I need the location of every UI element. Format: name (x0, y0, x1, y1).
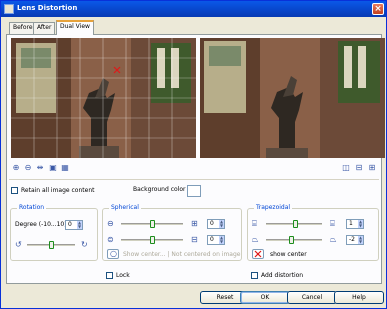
rotation-group: Rotation Degree (-10...10) 0 ▲ ▼ ↺ ↻ (10, 204, 98, 261)
slider-track (266, 239, 322, 241)
spin-arrows-icon[interactable]: ▲ ▼ (358, 236, 363, 244)
spherical-horizontal-value: 0 (210, 220, 214, 227)
tab-panel: ⊕ ⊖ ⇹ ▣ ▦ ◫ ⊟ ⊞ Retain all image content… (6, 34, 385, 284)
red-x-icon (254, 250, 262, 258)
spin-arrows-icon[interactable]: ▲ ▼ (358, 220, 363, 228)
spherical-group: Spherical ⊖ ⊞ 0 ▲ ▼ ⊜ ⊟ 0 ▲ ▼ ○ Show cen… (102, 204, 242, 261)
trapezoidal-vertical-input[interactable]: -2 ▲ ▼ (346, 235, 364, 245)
spherical-horizontal-input[interactable]: 0 ▲ ▼ (207, 219, 225, 229)
spherical-vertical-input[interactable]: 0 ▲ ▼ (207, 235, 225, 245)
spherical-show-center-button[interactable]: ○ (107, 249, 119, 259)
trapezoid-horizontal-left-icon: ⌸ (252, 219, 257, 228)
circle-icon: ○ (110, 249, 117, 258)
rotation-degree-value: 0 (68, 221, 72, 228)
ok-button[interactable]: OK (240, 291, 290, 304)
tab-dual-view[interactable]: Dual View (56, 20, 94, 35)
retain-all-checkbox[interactable] (11, 187, 18, 194)
app-icon (4, 4, 14, 14)
trapezoid-vertical-left-icon: ⏢ (252, 235, 259, 244)
close-button[interactable]: × (372, 3, 384, 15)
split-view-icon[interactable]: ◫ (341, 163, 351, 173)
tab-after[interactable]: After (33, 22, 56, 34)
spherical-vertical-slider[interactable] (121, 236, 183, 244)
spherical-horizontal-slider[interactable] (121, 220, 183, 228)
slider-thumb[interactable] (150, 236, 155, 244)
spin-arrows-icon[interactable]: ▲ ▼ (219, 236, 224, 244)
horizontal-bulge-icon: ⊞ (191, 219, 198, 228)
slider-thumb[interactable] (293, 220, 298, 228)
trapezoid-vertical-right-icon: ⏢ (330, 235, 337, 244)
horizontal-sphere-icon: ⊖ (107, 219, 114, 228)
vertical-sphere-icon: ⊜ (107, 235, 114, 244)
trapezoidal-group: Trapezoidal ⌸ ⌸ 1 ▲ ▼ ⏢ ⏢ -2 ▲ ▼ show ce… (247, 204, 379, 261)
rotation-degree-input[interactable]: 0 ▲ ▼ (65, 220, 83, 230)
slider-thumb[interactable] (289, 236, 294, 244)
rotation-degree-label: Degree (-10...10) (15, 221, 67, 228)
after-preview-image[interactable] (200, 38, 385, 158)
spherical-title: Spherical (109, 204, 141, 211)
trapezoidal-horizontal-value: 1 (349, 220, 353, 227)
add-distortion-checkbox[interactable] (251, 272, 258, 279)
trapezoidal-title: Trapezoidal (254, 204, 293, 211)
trapezoidal-show-center-label: show center (270, 251, 307, 258)
slider-thumb[interactable] (150, 220, 155, 228)
compare-icon[interactable]: ⊟ (354, 163, 364, 173)
spherical-show-center-text: Show center... | Not centered on image (123, 251, 241, 258)
rotate-right-icon: ↻ (81, 240, 88, 249)
zoom-out-icon[interactable]: ⊖ (23, 163, 33, 173)
cancel-button[interactable]: Cancel (287, 291, 337, 304)
background-color-swatch[interactable] (187, 185, 201, 197)
grid-icon[interactable]: ▦ (60, 163, 70, 173)
background-color-label: Background color (133, 186, 186, 193)
slider-thumb[interactable] (49, 241, 54, 249)
retain-all-label: Retain all image content (21, 187, 95, 194)
spherical-vertical-value: 0 (210, 236, 214, 243)
before-preview-image[interactable] (11, 38, 196, 158)
add-distortion-label: Add distortion (261, 272, 304, 279)
help-button[interactable]: Help (334, 291, 384, 304)
trapezoidal-show-center-button[interactable] (252, 249, 264, 259)
actual-size-icon[interactable]: ▣ (48, 163, 58, 173)
lock-label: Lock (116, 272, 130, 279)
rotate-left-icon: ↺ (15, 240, 22, 249)
spin-arrows-icon[interactable]: ▲ ▼ (219, 220, 224, 228)
trapezoidal-horizontal-slider[interactable] (266, 220, 322, 228)
lock-checkbox[interactable] (106, 272, 113, 279)
window-title: Lens Distortion (17, 4, 78, 12)
rotation-slider[interactable] (27, 241, 75, 249)
fit-icon[interactable]: ⇹ (35, 163, 45, 173)
trapezoidal-vertical-value: -2 (349, 236, 355, 243)
preview-icon[interactable]: ⊞ (367, 163, 377, 173)
title-bar[interactable]: Lens Distortion × (1, 1, 386, 17)
zoom-in-icon[interactable]: ⊕ (11, 163, 21, 173)
trapezoidal-horizontal-input[interactable]: 1 ▲ ▼ (346, 219, 364, 229)
trapezoid-horizontal-right-icon: ⌸ (330, 219, 335, 228)
rotation-title: Rotation (17, 204, 47, 211)
divider (9, 179, 379, 180)
spin-arrows-icon[interactable]: ▲ ▼ (77, 221, 82, 229)
trapezoidal-vertical-slider[interactable] (266, 236, 322, 244)
vertical-bulge-icon: ⊟ (191, 235, 198, 244)
lens-distortion-dialog: Lens Distortion × Before After Dual View (0, 0, 387, 309)
close-icon: × (374, 4, 382, 14)
